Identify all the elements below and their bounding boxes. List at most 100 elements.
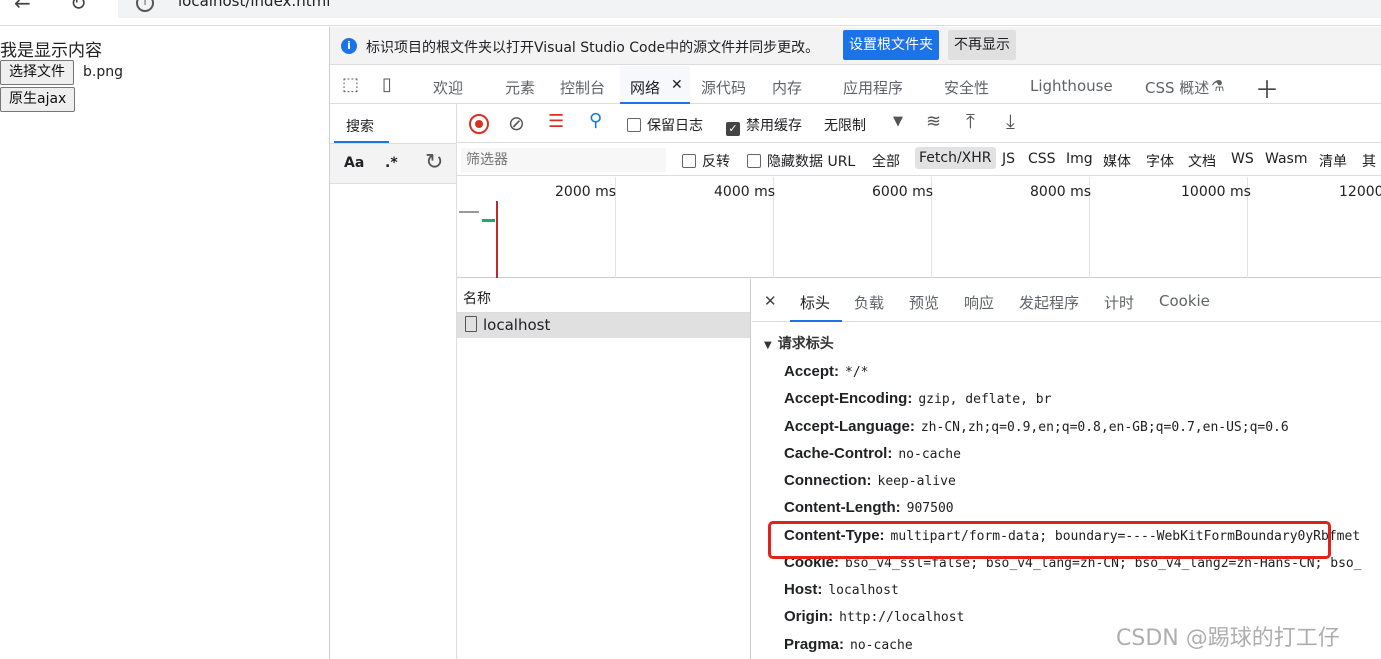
- header-value: zh-CN,zh;q=0.9,en;q=0.8,en-GB;q=0.7,en-U…: [920, 420, 1289, 435]
- tab-cookies[interactable]: Cookie: [1159, 292, 1210, 310]
- info-icon: i: [341, 38, 357, 54]
- checkmark-icon[interactable]: ✓: [726, 122, 740, 136]
- header-row: Accept: */*: [784, 363, 869, 380]
- header-value: localhost: [828, 583, 899, 598]
- network-conditions-icon[interactable]: ≋: [926, 111, 941, 132]
- timeline-label: 4000 ms: [714, 184, 776, 200]
- checkbox-icon[interactable]: [627, 118, 641, 132]
- url-field[interactable]: localhost/index.html: [118, 0, 1381, 18]
- import-icon[interactable]: ⤒: [966, 109, 975, 133]
- request-detail: ✕ 标头 负载 预览 响应 发起程序 计时 Cookie ▼ 请求标头 Accep…: [752, 279, 1381, 659]
- filter-icon[interactable]: ☰: [548, 111, 564, 132]
- header-row: Host: localhost: [784, 581, 899, 598]
- close-tab-icon[interactable]: ✕: [671, 77, 683, 93]
- refresh-icon[interactable]: ↻: [70, 0, 87, 15]
- request-list: 名称 localhost: [457, 279, 751, 659]
- header-value: gzip, deflate, br: [918, 392, 1052, 407]
- header-row: Cache-Control: no-cache: [784, 445, 961, 462]
- tab-welcome[interactable]: 欢迎: [433, 77, 463, 98]
- filter-type-ws[interactable]: WS: [1231, 151, 1254, 167]
- filter-type-js[interactable]: JS: [1002, 151, 1015, 167]
- filter-type-media[interactable]: 媒体: [1103, 151, 1131, 171]
- network-panel: ⊘ ☰ ⚲ 保留日志 ✓ 禁用缓存 无限制 ▼ ≋ ⤒ ⤓ 反转 隐藏数据 URL…: [457, 104, 1381, 659]
- throttle-select[interactable]: 无限制: [824, 115, 866, 135]
- tab-css-overview[interactable]: CSS 概述: [1145, 77, 1209, 98]
- tab-memory[interactable]: 内存: [772, 77, 802, 98]
- inspect-icon[interactable]: ⬚: [342, 74, 359, 95]
- tab-headers[interactable]: 标头: [800, 292, 830, 313]
- tab-elements[interactable]: 元素: [505, 77, 535, 98]
- filter-type-font[interactable]: 字体: [1146, 151, 1174, 171]
- header-key: Content-Length:: [784, 499, 901, 516]
- match-case-button[interactable]: Aa: [344, 155, 364, 171]
- chevron-down-icon[interactable]: ▼: [893, 114, 903, 129]
- checkbox-icon[interactable]: [747, 154, 761, 168]
- timeline-bar-queue: [459, 211, 479, 213]
- header-key: Cache-Control:: [784, 445, 893, 462]
- set-root-button[interactable]: 设置根文件夹: [843, 30, 939, 60]
- choose-file-button[interactable]: 选择文件: [0, 60, 74, 85]
- tab-network[interactable]: 网络: [630, 77, 660, 98]
- table-row[interactable]: localhost: [457, 313, 750, 338]
- filter-type-css[interactable]: CSS: [1028, 151, 1056, 167]
- tab-timing[interactable]: 计时: [1104, 292, 1134, 313]
- filter-type-doc[interactable]: 文档: [1188, 151, 1216, 171]
- tab-search[interactable]: 搜索: [346, 116, 374, 136]
- tab-response[interactable]: 响应: [964, 292, 994, 313]
- header-row: Pragma: no-cache: [784, 636, 913, 653]
- infobar: i 标识项目的根文件夹以打开Visual Studio Code中的源文件并同步…: [330, 27, 1381, 65]
- header-key: Host:: [784, 581, 823, 598]
- tab-payload[interactable]: 负载: [854, 292, 884, 313]
- address-bar: ← ↻ localhost/index.html i: [0, 0, 1381, 26]
- section-title: 请求标头: [777, 336, 834, 352]
- preserve-log-checkbox[interactable]: 保留日志: [627, 115, 703, 135]
- disable-cache-checkbox[interactable]: ✓ 禁用缓存: [726, 115, 802, 136]
- filter-type-wasm[interactable]: Wasm: [1265, 151, 1307, 167]
- tab-initiator[interactable]: 发起程序: [1019, 292, 1079, 313]
- export-icon[interactable]: ⤓: [1006, 109, 1015, 133]
- triangle-down-icon: ▼: [764, 340, 772, 351]
- ajax-button[interactable]: 原生ajax: [0, 87, 76, 112]
- filter-type-all[interactable]: 全部: [872, 151, 900, 171]
- search-icon[interactable]: ⚲: [589, 110, 602, 131]
- tab-security[interactable]: 安全性: [944, 77, 989, 98]
- preserve-log-label: 保留日志: [647, 118, 703, 134]
- record-icon[interactable]: [469, 114, 489, 134]
- tab-lighthouse[interactable]: Lighthouse: [1030, 77, 1113, 95]
- tab-application[interactable]: 应用程序: [843, 77, 903, 98]
- infobar-message: 标识项目的根文件夹以打开Visual Studio Code中的源文件并同步更改…: [366, 40, 820, 56]
- network-toolbar: ⊘ ☰ ⚲ 保留日志 ✓ 禁用缓存 无限制 ▼ ≋ ⤒ ⤓: [457, 104, 1381, 143]
- regex-button[interactable]: .*: [385, 155, 398, 171]
- checkbox-icon[interactable]: [682, 154, 696, 168]
- request-headers-section[interactable]: ▼ 请求标头: [764, 333, 834, 353]
- search-tab-indicator: [334, 141, 389, 143]
- display-text: 我是显示内容: [0, 41, 102, 60]
- highlight-box: [768, 521, 1331, 559]
- header-row: Origin: http://localhost: [784, 608, 964, 625]
- filter-type-fetch-xhr[interactable]: Fetch/XHR: [915, 147, 996, 169]
- clear-icon[interactable]: ⊘: [508, 111, 525, 135]
- invert-label: 反转: [702, 154, 730, 170]
- filter-type-img[interactable]: Img: [1066, 151, 1093, 167]
- flask-icon: ⚗: [1211, 77, 1225, 95]
- invert-checkbox[interactable]: 反转: [682, 151, 730, 171]
- back-icon[interactable]: ←: [14, 0, 31, 15]
- header-row: Accept-Language: zh-CN,zh;q=0.9,en;q=0.8,…: [784, 418, 1289, 435]
- dismiss-button[interactable]: 不再显示: [948, 30, 1016, 60]
- search-panel-header: 搜索: [330, 104, 456, 144]
- column-header-name[interactable]: 名称: [457, 279, 750, 313]
- hide-data-url-checkbox[interactable]: 隐藏数据 URL: [747, 151, 855, 171]
- add-tab-icon[interactable]: ＋: [1255, 70, 1279, 105]
- tab-sources[interactable]: 源代码: [701, 77, 746, 98]
- tab-console[interactable]: 控制台: [560, 77, 605, 98]
- filter-type-other[interactable]: 其: [1362, 151, 1376, 171]
- tab-preview[interactable]: 预览: [909, 292, 939, 313]
- device-toolbar-icon[interactable]: ▯: [382, 74, 392, 95]
- filter-type-manifest[interactable]: 清单: [1319, 151, 1347, 171]
- watermark: CSDN @踢球的打工仔: [1116, 626, 1340, 651]
- filter-input[interactable]: [461, 148, 666, 172]
- close-detail-icon[interactable]: ✕: [764, 292, 777, 310]
- network-timeline[interactable]: 2000 ms 4000 ms 6000 ms 8000 ms 10000 ms…: [457, 177, 1381, 278]
- header-row: Connection: keep-alive: [784, 472, 956, 489]
- refresh-search-icon[interactable]: ↻: [425, 150, 443, 175]
